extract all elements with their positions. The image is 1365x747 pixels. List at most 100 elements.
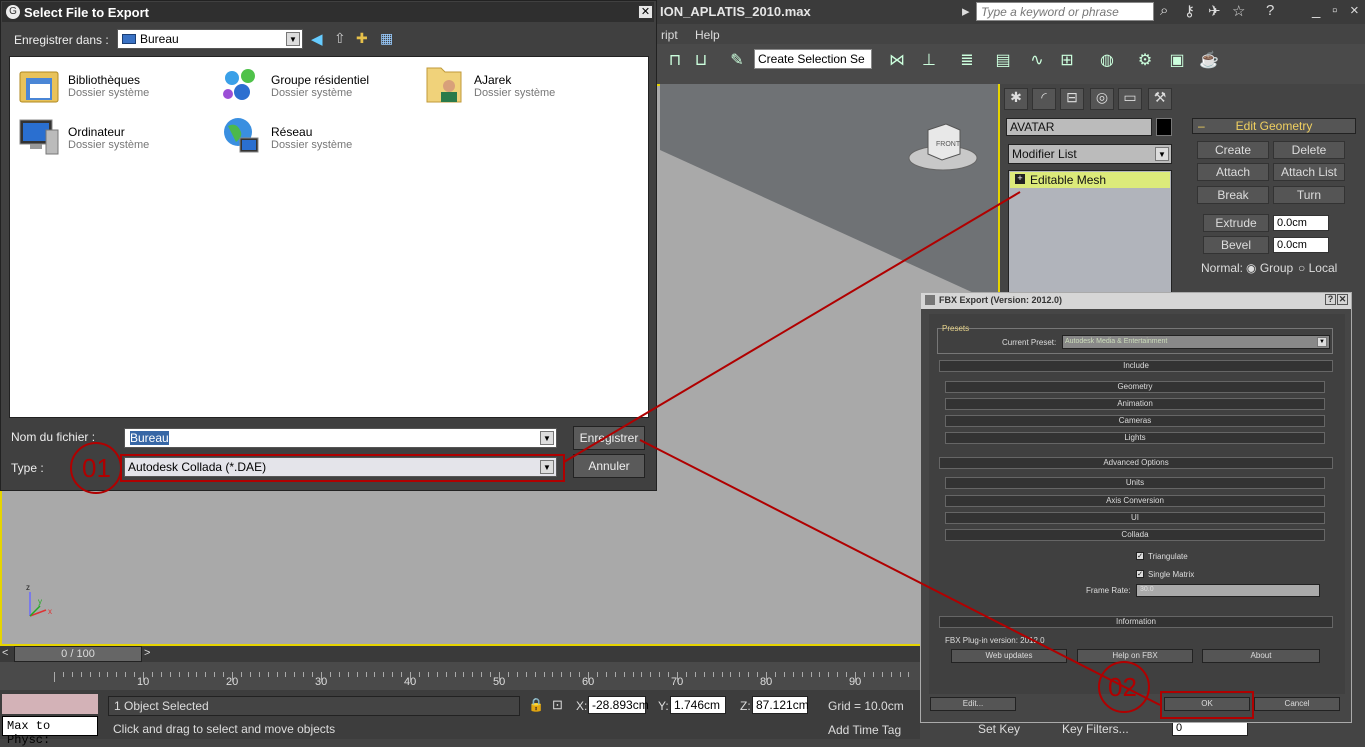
information-rollout[interactable]: Information xyxy=(939,616,1333,628)
cancel-button[interactable]: Annuler xyxy=(573,454,645,478)
align-icon[interactable]: ⊥ xyxy=(918,50,940,72)
attach-button[interactable]: Attach xyxy=(1197,163,1269,181)
hierarchy-tab-icon[interactable]: ⊟ xyxy=(1060,88,1084,110)
object-name-field[interactable]: AVATAR xyxy=(1006,118,1152,136)
bevel-button[interactable]: Bevel xyxy=(1203,236,1269,254)
help-on-fbx-button[interactable]: Help on FBX xyxy=(1077,649,1193,663)
maxscript-mini-listener[interactable] xyxy=(2,694,98,714)
single-matrix-checkbox[interactable]: ✓ xyxy=(1136,570,1144,578)
render-setup-icon[interactable]: ⚙ xyxy=(1134,50,1156,72)
include-rollout[interactable]: Include xyxy=(939,360,1333,372)
graphite-icon[interactable]: ▤ xyxy=(992,50,1014,72)
close-icon[interactable]: × xyxy=(1350,2,1359,19)
filename-input[interactable]: Bureau ▼ xyxy=(124,428,557,448)
maxscript-listener-field[interactable]: Max to Physc: xyxy=(2,716,98,747)
collada-rollout[interactable]: Collada xyxy=(945,529,1325,541)
preset-dropdown[interactable]: Autodesk Media & Entertainment ▼ xyxy=(1062,335,1330,349)
motion-tab-icon[interactable]: ◎ xyxy=(1090,88,1114,110)
edit-named-sets-icon[interactable]: ✎ xyxy=(726,50,748,72)
file-list[interactable] xyxy=(9,56,649,418)
x-coord-field[interactable]: -28.893cm xyxy=(588,696,649,714)
schematic-view-icon[interactable]: ⊞ xyxy=(1056,50,1078,72)
stack-item-editable-mesh[interactable]: + Editable Mesh xyxy=(1010,172,1170,188)
bevel-amount-field[interactable]: 0.0cm xyxy=(1273,237,1329,253)
file-type-dropdown[interactable]: Autodesk Collada (*.DAE) ▼ xyxy=(124,457,557,477)
triangulate-checkbox[interactable]: ✓ xyxy=(1136,552,1144,560)
list-item[interactable]: Groupe résidentiel Dossier système xyxy=(218,62,408,110)
modifier-list-dropdown[interactable]: Modifier List ▼ xyxy=(1008,144,1172,164)
spinner-snap-icon[interactable]: ⊔ xyxy=(690,50,712,72)
edit-button[interactable]: Edit... xyxy=(930,697,1016,711)
frame-rate-field[interactable]: 30.0 xyxy=(1136,584,1320,597)
ui-rollout[interactable]: UI xyxy=(945,512,1325,524)
close-icon[interactable]: ✕ xyxy=(638,5,653,19)
view-menu-icon[interactable]: ▦ xyxy=(380,30,393,47)
help-icon[interactable]: ? xyxy=(1325,294,1336,305)
create-tab-icon[interactable]: ✱ xyxy=(1004,88,1028,110)
expand-plus-icon[interactable]: + xyxy=(1015,174,1025,184)
satellite-icon[interactable]: ✈ xyxy=(1208,2,1221,20)
chevron-down-icon[interactable]: ▼ xyxy=(540,431,554,445)
create-button[interactable]: Create xyxy=(1197,141,1269,159)
list-item[interactable]: AJarek Dossier système xyxy=(421,62,611,110)
time-slider-thumb[interactable]: 0 / 100 xyxy=(14,646,142,662)
break-button[interactable]: Break xyxy=(1197,186,1269,204)
expand-arrow-icon[interactable]: ▸ xyxy=(962,2,970,20)
cancel-button[interactable]: Cancel xyxy=(1254,697,1340,711)
new-folder-icon[interactable]: ✚ xyxy=(356,30,368,47)
lock-icon[interactable]: 🔒 xyxy=(528,697,544,713)
material-editor-icon[interactable]: ◍ xyxy=(1096,50,1118,72)
next-frame-icon[interactable]: > xyxy=(144,647,150,659)
prev-frame-icon[interactable]: < xyxy=(2,647,8,659)
units-rollout[interactable]: Units xyxy=(945,477,1325,489)
render-frame-icon[interactable]: ▣ xyxy=(1166,50,1188,72)
menu-script[interactable]: ript xyxy=(661,28,678,42)
ok-button[interactable]: OK xyxy=(1164,697,1250,711)
close-icon[interactable]: ✕ xyxy=(1337,294,1348,305)
object-color-swatch[interactable] xyxy=(1156,118,1172,136)
render-icon[interactable]: ☕ xyxy=(1198,50,1220,72)
axis-conversion-rollout[interactable]: Axis Conversion xyxy=(945,495,1325,507)
delete-button[interactable]: Delete xyxy=(1273,141,1345,159)
add-time-tag[interactable]: Add Time Tag xyxy=(828,723,901,737)
help-icon[interactable]: ? xyxy=(1266,2,1274,19)
list-item[interactable]: Réseau Dossier système xyxy=(218,114,408,162)
search-input[interactable]: Type a keyword or phrase xyxy=(976,2,1154,21)
y-coord-field[interactable]: 1.746cm xyxy=(670,696,726,714)
about-button[interactable]: About xyxy=(1202,649,1320,663)
magnet-snap-icon[interactable]: ⊓ xyxy=(664,50,686,72)
display-tab-icon[interactable]: ▭ xyxy=(1118,88,1142,110)
set-key-button[interactable]: Set Key xyxy=(978,722,1020,736)
modifier-stack[interactable] xyxy=(1008,170,1172,300)
transform-mode-icon[interactable]: ⊡ xyxy=(552,697,563,713)
layer-manager-icon[interactable]: ≣ xyxy=(956,50,978,72)
modify-tab-icon[interactable]: ◜ xyxy=(1032,88,1056,110)
menu-help[interactable]: Help xyxy=(695,28,720,42)
back-icon[interactable]: ◀ xyxy=(311,30,323,48)
key-filters-button[interactable]: Key Filters... xyxy=(1062,722,1129,736)
save-button[interactable]: Enregistrer xyxy=(573,426,645,450)
extrude-button[interactable]: Extrude xyxy=(1203,214,1269,232)
extrude-amount-field[interactable]: 0.0cm xyxy=(1273,215,1329,231)
rollout-title[interactable]: – Edit Geometry xyxy=(1192,118,1356,134)
utilities-tab-icon[interactable]: ⚒ xyxy=(1148,88,1172,110)
selection-set-dropdown[interactable]: Create Selection Se xyxy=(754,49,872,69)
normal-local-radio[interactable]: ○ Local xyxy=(1298,261,1337,275)
curve-editor-icon[interactable]: ∿ xyxy=(1026,50,1048,72)
turn-button[interactable]: Turn xyxy=(1273,186,1345,204)
restore-icon[interactable]: ▫ xyxy=(1332,2,1337,19)
binoculars-icon[interactable]: ⌕ xyxy=(1160,2,1168,19)
normal-group-radio[interactable]: ◉ Group xyxy=(1246,261,1293,275)
viewcube-icon[interactable]: FRONT xyxy=(906,120,980,172)
z-coord-field[interactable]: 87.121cm xyxy=(752,696,809,714)
list-item[interactable]: Bibliothèques Dossier système xyxy=(16,62,206,110)
mirror-icon[interactable]: ⋈ xyxy=(886,50,908,72)
animation-rollout[interactable]: Animation xyxy=(945,398,1325,410)
advanced-options-rollout[interactable]: Advanced Options xyxy=(939,457,1333,469)
web-updates-button[interactable]: Web updates xyxy=(951,649,1067,663)
up-folder-icon[interactable]: ⇧ xyxy=(334,30,346,47)
attach-list-button[interactable]: Attach List xyxy=(1273,163,1345,181)
geometry-rollout[interactable]: Geometry xyxy=(945,381,1325,393)
star-icon[interactable]: ☆ xyxy=(1232,2,1245,20)
lights-rollout[interactable]: Lights xyxy=(945,432,1325,444)
